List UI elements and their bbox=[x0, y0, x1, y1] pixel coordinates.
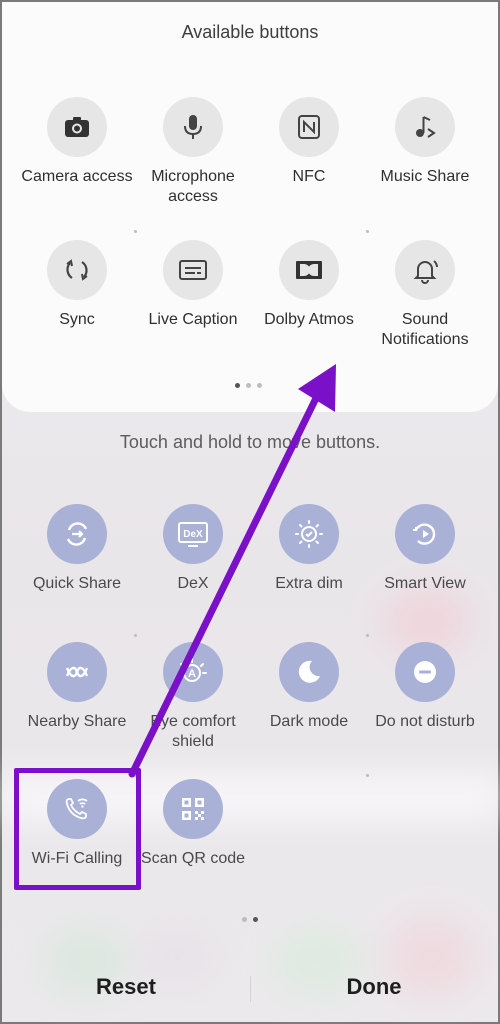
sound-notifications-button[interactable]: Sound Notifications bbox=[367, 240, 483, 350]
tile-label: Quick Share bbox=[32, 575, 122, 592]
grid-dot bbox=[134, 634, 137, 637]
sync-icon bbox=[47, 240, 107, 300]
sound-notifications-icon bbox=[395, 240, 455, 300]
grid-dot bbox=[366, 774, 369, 777]
nearby-share-icon bbox=[47, 642, 107, 702]
action-bar: Reset Done bbox=[2, 962, 498, 1022]
music-share-button[interactable]: Music Share bbox=[367, 97, 483, 187]
tile-label: Scan QR code bbox=[140, 850, 246, 867]
sync-button[interactable]: Sync bbox=[19, 240, 135, 330]
dolby-atmos-icon bbox=[279, 240, 339, 300]
tile-label: Extra dim bbox=[275, 575, 343, 592]
hint-text: Touch and hold to move buttons. bbox=[119, 432, 381, 452]
tile-label: Sync bbox=[59, 311, 95, 328]
smart-view-button[interactable]: Smart View bbox=[367, 504, 483, 594]
quick-share-button[interactable]: Quick Share bbox=[19, 504, 135, 594]
smart-view-icon bbox=[395, 504, 455, 564]
quick-share-icon bbox=[47, 504, 107, 564]
panel-title: Available buttons bbox=[181, 22, 319, 42]
tile-label: Music Share bbox=[380, 168, 470, 185]
do-not-disturb-icon bbox=[395, 642, 455, 702]
tile-label: Dolby Atmos bbox=[264, 311, 354, 328]
done-button[interactable]: Done bbox=[250, 974, 498, 1000]
eye-comfort-shield-icon: A bbox=[163, 642, 223, 702]
nearby-share-button[interactable]: Nearby Share bbox=[19, 642, 135, 732]
reset-button[interactable]: Reset bbox=[2, 974, 250, 1000]
tile-label: NFC bbox=[292, 168, 326, 185]
camera-icon bbox=[47, 97, 107, 157]
available-buttons-panel: Available buttons Camera access Micropho… bbox=[2, 2, 498, 412]
tile-label: Eye comfort shield bbox=[150, 713, 236, 750]
dark-mode-icon bbox=[279, 642, 339, 702]
tile-label: DeX bbox=[177, 575, 209, 592]
available-page-indicator bbox=[235, 383, 262, 388]
dolby-atmos-button[interactable]: Dolby Atmos bbox=[251, 240, 367, 330]
active-page-indicator bbox=[242, 917, 258, 922]
dark-mode-button[interactable]: Dark mode bbox=[251, 642, 367, 732]
tile-label: Smart View bbox=[384, 575, 466, 592]
extra-dim-button[interactable]: Extra dim bbox=[251, 504, 367, 594]
extra-dim-icon bbox=[279, 504, 339, 564]
nfc-button[interactable]: NFC bbox=[251, 97, 367, 187]
dex-icon: DeX bbox=[163, 504, 223, 564]
live-caption-button[interactable]: Live Caption bbox=[135, 240, 251, 330]
svg-text:DeX: DeX bbox=[183, 529, 203, 540]
do-not-disturb-button[interactable]: Do not disturb bbox=[367, 642, 483, 732]
wifi-calling-highlight-box bbox=[14, 768, 141, 890]
grid-dot bbox=[134, 230, 137, 233]
nfc-icon bbox=[279, 97, 339, 157]
dex-button[interactable]: DeX DeX bbox=[135, 504, 251, 594]
microphone-icon bbox=[163, 97, 223, 157]
camera-access-button[interactable]: Camera access bbox=[19, 97, 135, 187]
tile-label: Do not disturb bbox=[375, 713, 475, 730]
grid-dot bbox=[366, 634, 369, 637]
tile-label: Live Caption bbox=[148, 311, 238, 328]
tile-label: Sound Notifications bbox=[381, 311, 469, 348]
eye-comfort-shield-button[interactable]: A Eye comfort shield bbox=[135, 642, 251, 752]
live-caption-icon bbox=[163, 240, 223, 300]
tile-label: Camera access bbox=[21, 168, 133, 185]
tile-label: Nearby Share bbox=[27, 713, 127, 730]
scan-qr-icon bbox=[163, 779, 223, 839]
grid-dot bbox=[366, 230, 369, 233]
scan-qr-code-button[interactable]: Scan QR code bbox=[135, 779, 251, 869]
tile-label: Dark mode bbox=[269, 713, 349, 730]
tile-label: Microphone access bbox=[151, 168, 235, 205]
svg-text:A: A bbox=[188, 668, 196, 680]
microphone-access-button[interactable]: Microphone access bbox=[135, 97, 251, 207]
music-share-icon bbox=[395, 97, 455, 157]
